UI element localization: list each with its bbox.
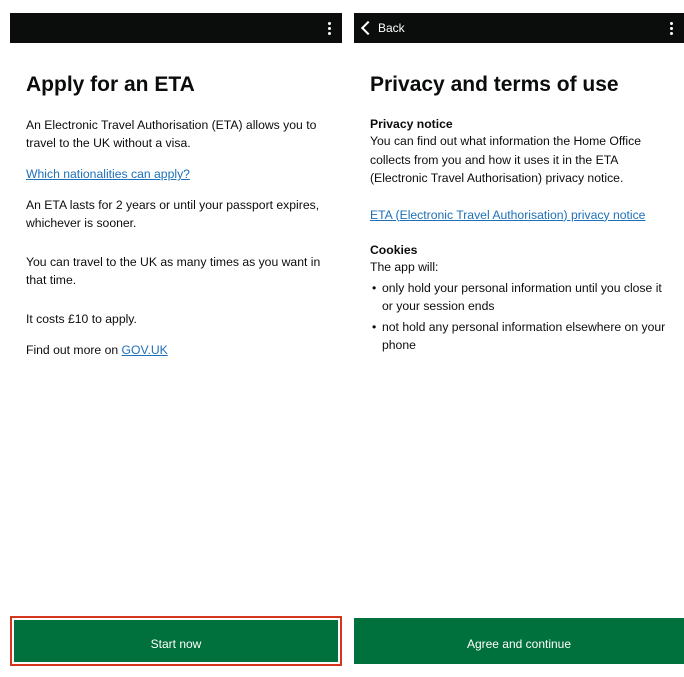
page-title: Apply for an ETA (26, 73, 195, 96)
start-now-focus-outline: Start now (10, 616, 342, 666)
privacy-terms-screen: Back Privacy and terms of use Privacy no… (354, 0, 684, 677)
back-button[interactable]: Back (360, 18, 405, 38)
app-top-bar (10, 13, 342, 43)
agree-and-continue-button[interactable]: Agree and continue (354, 618, 684, 664)
find-out-prefix: Find out more on (26, 343, 122, 357)
privacy-notice-link[interactable]: ETA (Electronic Travel Authorisation) pr… (370, 208, 645, 222)
more-options-icon[interactable] (666, 18, 676, 38)
page-title: Privacy and terms of use (370, 73, 619, 96)
app-top-bar: Back (354, 13, 684, 43)
intro-text: An Electronic Travel Authorisation (ETA)… (26, 118, 317, 150)
privacy-notice-heading: Privacy notice (370, 117, 453, 131)
find-out-more-text: Find out more on GOV.UK (26, 341, 328, 359)
govuk-link[interactable]: GOV.UK (122, 343, 168, 357)
privacy-notice-body: You can find out what information the Ho… (370, 134, 641, 185)
nationalities-link[interactable]: Which nationalities can apply? (26, 167, 190, 181)
apply-eta-screen: Apply for an ETA An Electronic Travel Au… (10, 0, 342, 677)
duration-text: An ETA lasts for 2 years or until your p… (26, 198, 320, 230)
chevron-left-icon (360, 20, 376, 36)
cost-text: It costs £10 to apply. (26, 312, 137, 326)
cookies-heading: Cookies (370, 243, 418, 257)
back-label: Back (378, 21, 405, 35)
nationalities-paragraph: Which nationalities can apply? (26, 165, 328, 183)
cookies-list: only hold your personal information unti… (370, 279, 674, 355)
more-options-icon[interactable] (324, 18, 334, 38)
travel-text: You can travel to the UK as many times a… (26, 255, 321, 287)
list-item: only hold your personal information unti… (370, 279, 674, 316)
privacy-content: Privacy and terms of use Privacy notice … (370, 72, 674, 357)
cookies-intro: The app will: (370, 260, 439, 274)
agree-button-wrap: Agree and continue (354, 616, 684, 666)
apply-eta-content: Apply for an ETA An Electronic Travel Au… (26, 72, 328, 372)
privacy-link-paragraph: ETA (Electronic Travel Authorisation) pr… (370, 206, 674, 225)
start-now-button[interactable]: Start now (14, 620, 338, 662)
list-item: not hold any personal information elsewh… (370, 318, 674, 355)
